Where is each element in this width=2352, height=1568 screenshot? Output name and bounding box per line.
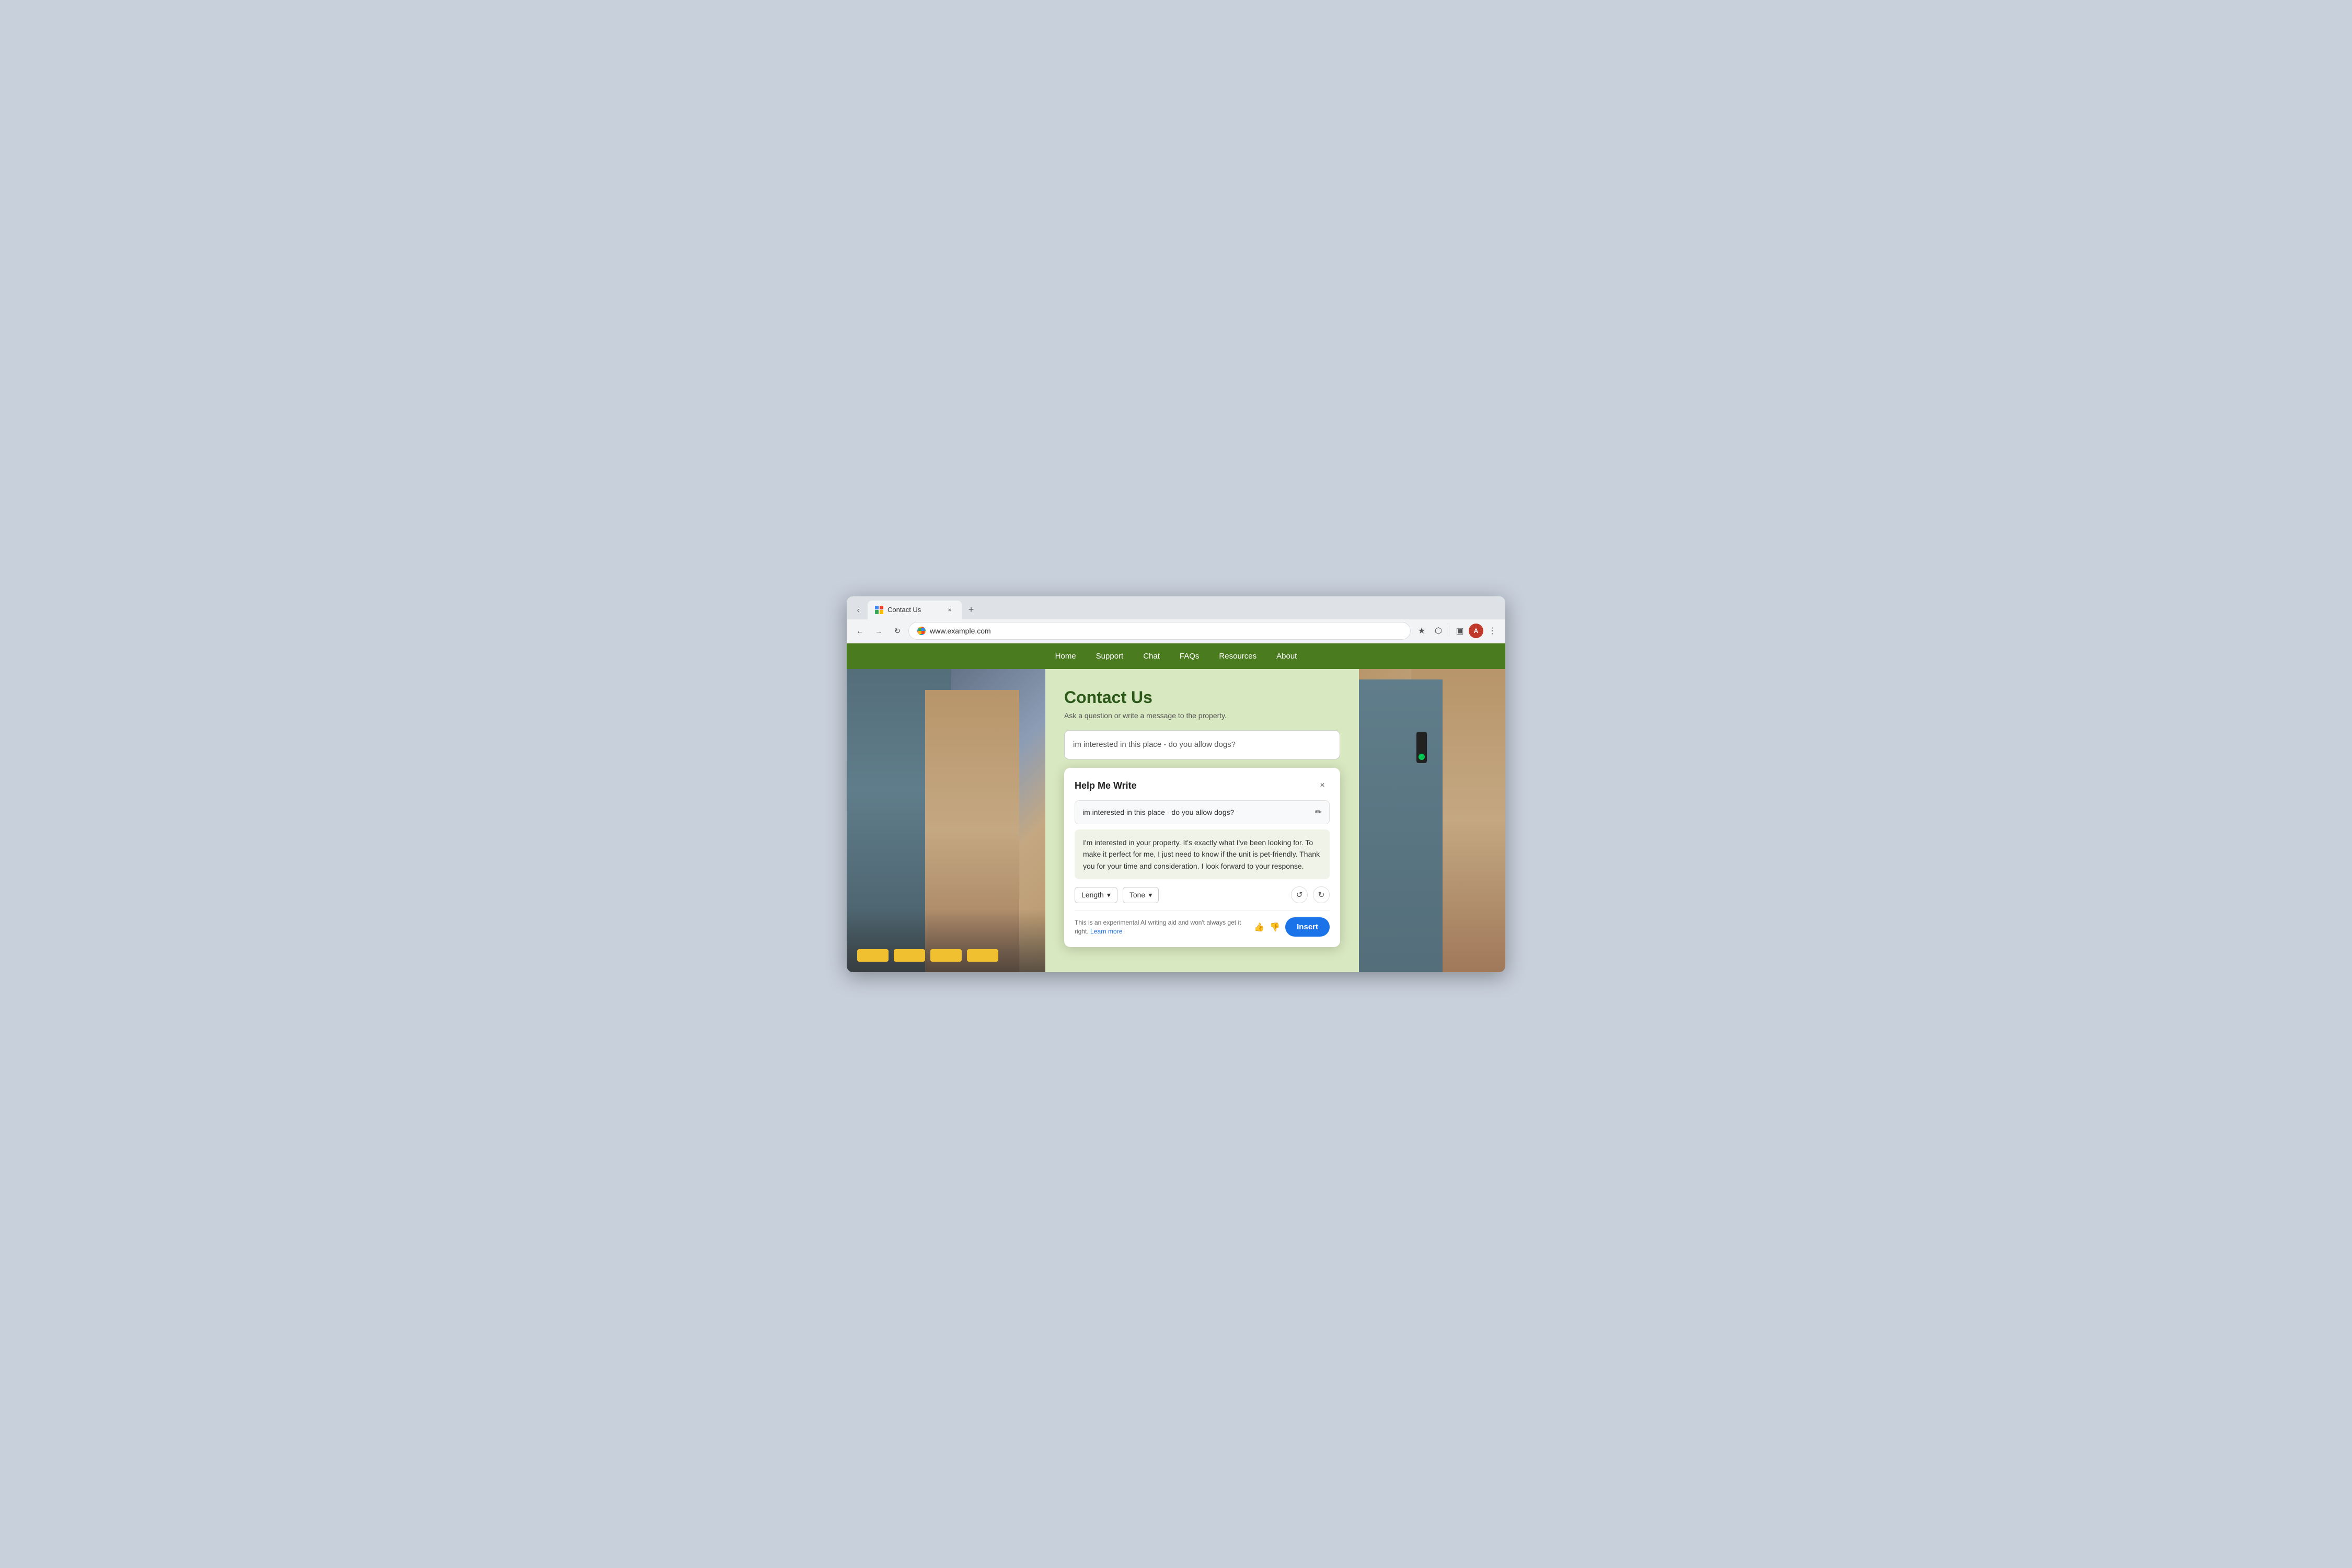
city-background-right: [1359, 669, 1505, 972]
hmw-generated-area: I'm interested in your property. It's ex…: [1075, 829, 1330, 879]
learn-more-link[interactable]: Learn more: [1090, 928, 1122, 935]
hmw-close-button[interactable]: ×: [1315, 778, 1330, 793]
website-content: Home Support Chat FAQs Resources About: [847, 643, 1505, 972]
thumbs-up-button[interactable]: 👍: [1253, 921, 1265, 933]
forward-button[interactable]: →: [871, 623, 886, 639]
nav-faqs-link[interactable]: FAQs: [1178, 651, 1202, 662]
traffic-light-green: [1419, 754, 1425, 760]
main-content-area: Contact Us Ask a question or write a mes…: [1045, 669, 1359, 972]
address-text: www.example.com: [930, 627, 1402, 635]
hmw-length-select[interactable]: Length ▾: [1075, 887, 1117, 903]
extensions-button[interactable]: ⬡: [1431, 623, 1446, 639]
site-navigation: Home Support Chat FAQs Resources About: [847, 643, 1505, 669]
browser-toolbar: ← → ↻ www.example.com ★ ⬡ ▣ A ⋮: [847, 619, 1505, 643]
taxi-2: [894, 949, 925, 962]
hmw-disclaimer-text: This is an experimental AI writing aid a…: [1075, 918, 1249, 936]
hmw-feedback-buttons: 👍 👎: [1253, 921, 1281, 933]
nav-resources-link[interactable]: Resources: [1217, 651, 1259, 662]
tab-close-button[interactable]: ×: [945, 605, 954, 615]
reload-button[interactable]: ↻: [890, 623, 905, 639]
bookmark-button[interactable]: ★: [1414, 623, 1429, 639]
nav-about-link[interactable]: About: [1274, 651, 1299, 662]
hmw-generated-text: I'm interested in your property. It's ex…: [1083, 837, 1321, 872]
hmw-length-chevron-icon: ▾: [1107, 891, 1111, 900]
hmw-tone-chevron-icon: ▾: [1148, 891, 1152, 900]
hmw-controls: Length ▾ Tone ▾ ↺ ↻: [1075, 886, 1330, 903]
hmw-tone-label: Tone: [1129, 891, 1145, 899]
browser-window: ‹ Contact Us × + ← → ↻ www.example.com ★…: [847, 596, 1505, 972]
thumbs-down-button[interactable]: 👎: [1269, 921, 1281, 933]
hmw-redo-button[interactable]: ↻: [1313, 886, 1330, 903]
message-input-text[interactable]: im interested in this place - do you all…: [1073, 739, 1331, 751]
toolbar-icons: ★ ⬡ ▣ A ⋮: [1414, 623, 1500, 639]
address-bar[interactable]: www.example.com: [908, 622, 1411, 640]
nav-chat-link[interactable]: Chat: [1141, 651, 1162, 662]
google-g-icon: [917, 627, 926, 635]
building-right-2: [1359, 679, 1443, 972]
help-me-write-panel: Help Me Write × im interested in this pl…: [1064, 768, 1340, 947]
street-left: [847, 909, 1045, 972]
hero-section: Contact Us Ask a question or write a mes…: [847, 669, 1505, 972]
contact-subtitle: Ask a question or write a message to the…: [1064, 711, 1340, 720]
tab-title-label: Contact Us: [887, 606, 941, 614]
contact-title: Contact Us: [1064, 688, 1340, 707]
taxi-4: [967, 949, 998, 962]
hmw-title: Help Me Write: [1075, 780, 1137, 791]
new-tab-button[interactable]: +: [964, 603, 978, 617]
traffic-light: [1416, 732, 1427, 763]
hmw-prompt-text: im interested in this place - do you all…: [1082, 808, 1234, 816]
tab-scroll-left-button[interactable]: ‹: [851, 603, 866, 617]
chrome-menu-button[interactable]: ⋮: [1484, 623, 1500, 639]
profile-avatar-button[interactable]: A: [1469, 624, 1483, 638]
hmw-header: Help Me Write ×: [1075, 778, 1330, 793]
nav-home-link[interactable]: Home: [1053, 651, 1078, 662]
hmw-edit-icon[interactable]: ✏: [1315, 807, 1322, 817]
hmw-footer: This is an experimental AI writing aid a…: [1075, 910, 1330, 937]
hmw-insert-button[interactable]: Insert: [1285, 917, 1330, 937]
taxi-1: [857, 949, 889, 962]
tab-bar: ‹ Contact Us × +: [847, 596, 1505, 619]
nav-support-link[interactable]: Support: [1094, 651, 1126, 662]
hmw-undo-button[interactable]: ↺: [1291, 886, 1308, 903]
hmw-prompt-area: im interested in this place - do you all…: [1075, 800, 1330, 824]
browser-tab[interactable]: Contact Us ×: [868, 601, 962, 619]
hmw-length-label: Length: [1081, 891, 1104, 899]
hmw-tone-select[interactable]: Tone ▾: [1123, 887, 1159, 903]
taxi-3: [930, 949, 962, 962]
back-button[interactable]: ←: [852, 623, 868, 639]
tab-favicon-icon: [875, 606, 883, 614]
message-input-wrapper[interactable]: im interested in this place - do you all…: [1064, 730, 1340, 760]
sidebar-toggle-button[interactable]: ▣: [1452, 623, 1468, 639]
city-background-left: [847, 669, 1045, 972]
